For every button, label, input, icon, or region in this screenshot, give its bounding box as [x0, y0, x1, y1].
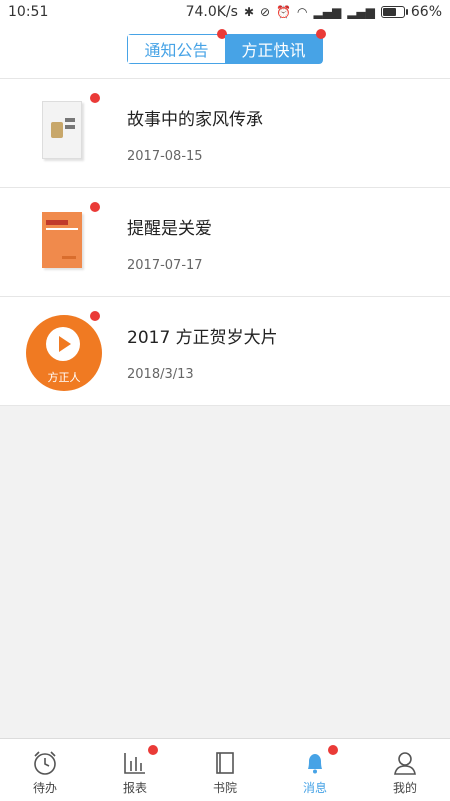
unread-badge	[90, 202, 100, 212]
list-item[interactable]: 故事中的家风传承 2017-08-15	[0, 79, 450, 188]
book-cover-thumbnail	[26, 97, 102, 173]
book-icon	[216, 752, 234, 774]
signal-icon: ▂▄▆	[347, 5, 375, 19]
book-cover-thumbnail	[26, 206, 102, 282]
battery-percent: 66%	[410, 4, 442, 20]
status-time: 10:51	[8, 4, 49, 20]
item-date: 2017-08-15	[127, 149, 203, 164]
vibrate-off-icon: ⊘	[260, 5, 271, 19]
wifi-icon: ◠	[297, 5, 308, 19]
unread-badge	[90, 93, 100, 103]
nav-todo-label: 待办	[32, 781, 57, 795]
status-right: 74.0K/s ✱ ⊘ ⏰ ◠ ▂▄▆ ▂▄▆ 66%	[186, 4, 442, 20]
tab-news-label: 方正快讯	[241, 41, 306, 60]
item-date: 2017-07-17	[127, 258, 203, 273]
messages-badge	[328, 745, 338, 755]
play-icon: 方正人	[26, 315, 102, 391]
reports-badge	[148, 745, 158, 755]
item-date: 2018/3/13	[127, 367, 194, 382]
bluetooth-icon: ✱	[243, 5, 254, 19]
bottom-nav: 待办 报表 书院 消息 我的	[0, 738, 450, 801]
video-thumbnail: 方正人	[26, 315, 102, 391]
nav-todo[interactable]: 待办	[0, 739, 90, 801]
nav-messages[interactable]: 消息	[270, 739, 360, 801]
nav-academy[interactable]: 书院	[180, 739, 270, 801]
top-header: 通知公告 方正快讯	[0, 24, 450, 79]
book-cover-icon	[42, 212, 82, 268]
tab-notices[interactable]: 通知公告	[128, 29, 227, 63]
nav-reports-label: 报表	[122, 781, 147, 795]
status-bar: 10:51 74.0K/s ✱ ⊘ ⏰ ◠ ▂▄▆ ▂▄▆ 66%	[0, 0, 450, 24]
alarm-icon: ⏰	[276, 5, 292, 19]
list-item[interactable]: 方正人 2017 方正贺岁大片 2018/3/13	[0, 297, 450, 406]
unread-badge	[90, 311, 100, 321]
network-speed: 74.0K/s	[185, 4, 238, 20]
book-cover-icon	[42, 101, 82, 159]
item-title: 故事中的家风传承	[127, 110, 263, 130]
news-list: 故事中的家风传承 2017-08-15 提醒是关爱 2017-07-17 方正人…	[0, 79, 450, 406]
nav-profile-label: 我的	[392, 781, 417, 795]
item-title: 提醒是关爱	[127, 219, 212, 239]
user-icon	[394, 752, 416, 775]
bar-chart-icon	[124, 753, 145, 774]
bell-icon	[308, 754, 322, 774]
signal-icon: ▂▄▆	[313, 5, 342, 19]
segmented-tabs: 通知公告 方正快讯	[127, 29, 326, 64]
item-title: 2017 方正贺岁大片	[127, 328, 278, 348]
nav-reports[interactable]: 报表	[90, 739, 180, 801]
nav-profile[interactable]: 我的	[360, 739, 450, 801]
battery-icon	[380, 6, 408, 18]
alarm-clock-icon	[34, 751, 56, 775]
tab-news[interactable]: 方正快讯	[225, 29, 326, 63]
nav-messages-label: 消息	[302, 781, 327, 795]
video-label: 方正人	[47, 371, 81, 384]
list-item[interactable]: 提醒是关爱 2017-07-17	[0, 188, 450, 297]
tab-notices-label: 通知公告	[144, 41, 209, 60]
nav-academy-label: 书院	[212, 781, 237, 795]
news-badge	[316, 29, 326, 39]
